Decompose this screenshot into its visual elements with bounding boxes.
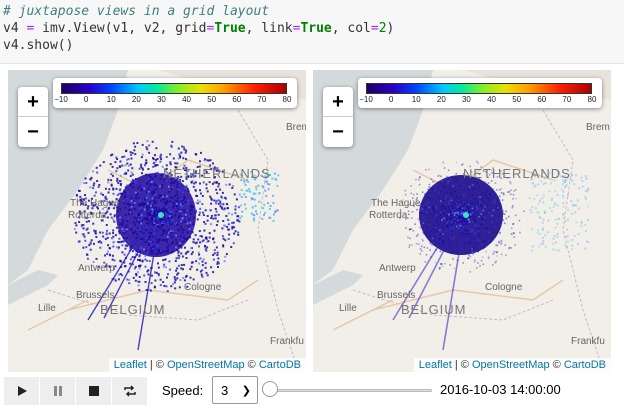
repeat-icon xyxy=(123,385,136,397)
map-attribution: Leaflet | © OpenStreetMap © CartoDB xyxy=(413,358,611,372)
map-view-right[interactable]: Brem NETHERLANDS The Hague Rotterda Antw… xyxy=(313,70,611,372)
zoom-control: + − xyxy=(323,87,353,147)
colorbar-tick: 10 xyxy=(106,95,116,104)
speed-select[interactable]: 3 ❯ xyxy=(212,376,258,404)
label-bremen: Brem xyxy=(286,122,306,133)
colorbar-tick: 40 xyxy=(487,95,496,104)
colorbar-tick: 0 xyxy=(83,95,89,104)
playback-controls: Speed: 3 ❯ 2016-10-03 14:00:00 xyxy=(0,374,624,409)
label-belgium: BELGIUM xyxy=(401,302,467,317)
label-lille: Lille xyxy=(339,303,357,314)
colorbar-tick: 10 xyxy=(411,95,421,104)
osm-link[interactable]: OpenStreetMap xyxy=(167,359,245,371)
pause-button[interactable] xyxy=(40,377,75,405)
leaflet-link[interactable]: Leaflet xyxy=(419,359,452,371)
colorbar-ticks: −10 0 10 20 30 40 50 60 70 80 xyxy=(53,95,297,107)
colorbar-tick: 30 xyxy=(156,95,166,104)
stop-button[interactable] xyxy=(76,377,111,405)
label-netherlands: NETHERLANDS xyxy=(163,166,271,181)
leaflet-link[interactable]: Leaflet xyxy=(114,359,147,371)
label-brussels: Brussels xyxy=(76,290,115,301)
label-cologne: Cologne xyxy=(184,282,222,293)
zoom-out-button[interactable]: − xyxy=(323,117,353,147)
map-basemap xyxy=(8,70,306,372)
label-antwerp: Antwerp xyxy=(379,263,416,274)
speed-label: Speed: xyxy=(162,383,204,398)
carto-link[interactable]: CartoDB xyxy=(259,359,301,371)
carto-link[interactable]: CartoDB xyxy=(564,359,606,371)
current-timestamp: 2016-10-03 14:00:00 xyxy=(440,382,561,397)
colorbar-gradient xyxy=(366,83,592,94)
label-lille: Lille xyxy=(38,303,56,314)
colorbar-tick: 50 xyxy=(512,95,522,104)
pause-icon xyxy=(53,386,62,396)
code-cell[interactable]: # juxtapose views in a grid layout v4 = … xyxy=(0,0,624,64)
label-netherlands: NETHERLANDS xyxy=(463,166,571,181)
time-slider-track[interactable] xyxy=(270,389,432,392)
colorbar-tick: 70 xyxy=(562,95,572,104)
colorbar-tick: 80 xyxy=(587,95,597,104)
label-brussels: Brussels xyxy=(377,290,416,301)
colorbar-legend: −10 0 10 20 30 40 50 60 70 80 xyxy=(53,78,297,108)
map-basemap xyxy=(313,70,611,372)
colorbar-tick: 0 xyxy=(388,95,394,104)
colorbar-gradient xyxy=(61,83,287,94)
label-frankfurt: Frankfu xyxy=(270,336,304,347)
speed-value: 3 xyxy=(221,382,229,398)
label-frankfurt: Frankfu xyxy=(571,336,605,347)
colorbar-tick: 20 xyxy=(131,95,141,104)
colorbar-tick: 40 xyxy=(182,95,191,104)
label-bremen: Brem xyxy=(586,122,610,133)
code-line-view: v4 = imv.View(v1, v2, grid=True, link=Tr… xyxy=(3,21,395,36)
play-icon xyxy=(17,386,27,396)
label-belgium: BELGIUM xyxy=(100,302,166,317)
colorbar-tick: −10 xyxy=(359,95,373,104)
code-line-show: v4.show() xyxy=(3,38,74,53)
osm-link[interactable]: OpenStreetMap xyxy=(472,359,550,371)
map-view-left[interactable]: Brem NETHERLANDS The Hague Rotterda Antw… xyxy=(8,70,306,372)
colorbar-tick: 80 xyxy=(282,95,292,104)
colorbar-tick: 20 xyxy=(436,95,446,104)
colorbar-legend: −10 0 10 20 30 40 50 60 70 80 xyxy=(358,78,602,108)
zoom-in-button[interactable]: + xyxy=(323,87,353,117)
loop-button[interactable] xyxy=(112,377,147,405)
label-cologne: Cologne xyxy=(485,282,523,293)
play-button[interactable] xyxy=(4,377,39,405)
chevron-down-icon: ❯ xyxy=(241,385,251,397)
colorbar-tick: 70 xyxy=(257,95,267,104)
label-rotterdam: Rotterda xyxy=(369,210,408,221)
label-the-hague: The Hague xyxy=(371,198,421,209)
colorbar-tick: 30 xyxy=(461,95,471,104)
label-rotterdam: Rotterda xyxy=(68,210,107,221)
label-antwerp: Antwerp xyxy=(78,263,115,274)
stop-icon xyxy=(88,386,99,396)
zoom-in-button[interactable]: + xyxy=(18,87,48,117)
colorbar-tick: 60 xyxy=(232,95,242,104)
code-line-comment: # juxtapose views in a grid layout xyxy=(3,4,270,19)
colorbar-tick: 50 xyxy=(207,95,217,104)
colorbar-ticks: −10 0 10 20 30 40 50 60 70 80 xyxy=(358,95,602,107)
label-the-hague: The Hague xyxy=(70,198,120,209)
colorbar-tick: 60 xyxy=(537,95,547,104)
zoom-control: + − xyxy=(18,87,48,147)
zoom-out-button[interactable]: − xyxy=(18,117,48,147)
colorbar-tick: −10 xyxy=(54,95,68,104)
time-slider-handle[interactable] xyxy=(262,381,278,397)
map-attribution: Leaflet | © OpenStreetMap © CartoDB xyxy=(108,358,306,372)
